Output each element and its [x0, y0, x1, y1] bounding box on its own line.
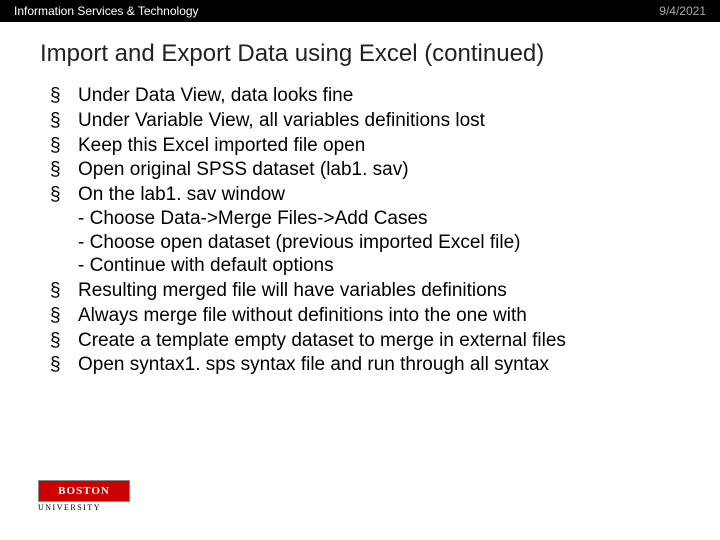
content-area: Under Data View, data looks fine Under Va…: [0, 84, 720, 377]
logo: BOSTON UNIVERSITY: [38, 480, 130, 516]
bullet-subtext: - Choose open dataset (previous imported…: [78, 231, 670, 255]
bullet-item: Open original SPSS dataset (lab1. sav): [50, 158, 670, 182]
header-bar: Information Services & Technology 9/4/20…: [0, 0, 720, 22]
bullet-text: Open syntax1. sps syntax file and run th…: [78, 354, 549, 375]
bullet-text: Create a template empty dataset to merge…: [78, 330, 566, 351]
bullet-item: Resulting merged file will have variable…: [50, 279, 670, 303]
bullet-item: On the lab1. sav window- Choose Data->Me…: [50, 183, 670, 278]
header-date: 9/4/2021: [659, 4, 706, 18]
bullet-item: Keep this Excel imported file open: [50, 134, 670, 158]
bullet-text: Always merge file without definitions in…: [78, 305, 527, 326]
bullet-text: Under Variable View, all variables defin…: [78, 110, 485, 131]
bullet-text: Resulting merged file will have variable…: [78, 280, 507, 301]
bullet-item: Under Variable View, all variables defin…: [50, 109, 670, 133]
header-org: Information Services & Technology: [14, 4, 199, 18]
bullet-item: Open syntax1. sps syntax file and run th…: [50, 353, 670, 377]
bullet-item: Create a template empty dataset to merge…: [50, 329, 670, 353]
logo-bottom-text: UNIVERSITY: [38, 502, 130, 512]
bullet-item: Under Data View, data looks fine: [50, 84, 670, 108]
bullet-text: On the lab1. sav window: [78, 184, 285, 205]
bullet-text: Keep this Excel imported file open: [78, 135, 365, 156]
logo-top-text: BOSTON: [38, 480, 130, 502]
bullet-item: Always merge file without definitions in…: [50, 304, 670, 328]
bullet-subtext: - Choose Data->Merge Files->Add Cases: [78, 207, 670, 231]
bullet-list: Under Data View, data looks fine Under Va…: [50, 84, 670, 377]
bullet-text: Under Data View, data looks fine: [78, 85, 353, 106]
slide-title: Import and Export Data using Excel (cont…: [0, 22, 720, 84]
bullet-text: Open original SPSS dataset (lab1. sav): [78, 159, 409, 180]
bullet-subtext: - Continue with default options: [78, 254, 670, 278]
